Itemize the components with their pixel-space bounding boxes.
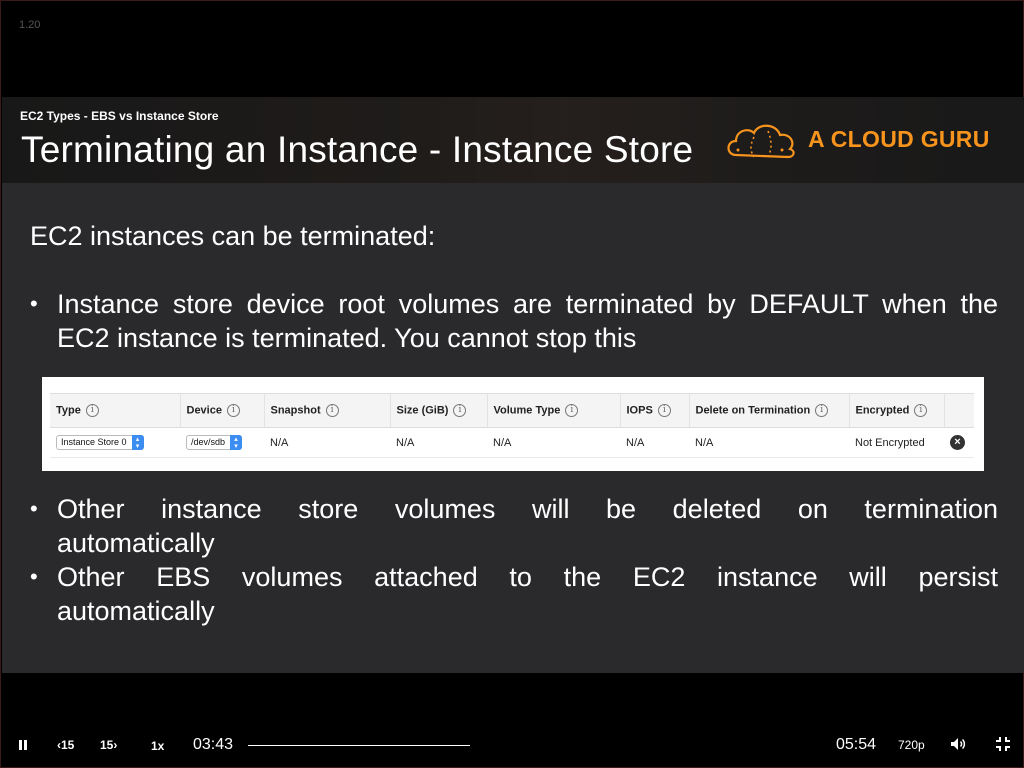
size-cell: N/A (390, 427, 487, 458)
player-version: 1.20 (19, 19, 41, 31)
snapshot-cell: N/A (264, 427, 390, 458)
forward-15-icon: › (113, 738, 118, 752)
type-cell: Instance Store 0 ▴ ▾ (50, 427, 180, 458)
select-arrows-icon: ▴ ▾ (230, 435, 243, 450)
column-header-device: Device i (179, 393, 264, 428)
duration: 05:54 (836, 736, 877, 753)
pause-icon[interactable] (15, 737, 31, 753)
table-header-row: Type i Device i Snapshot i Size (GiB) i Volu… (50, 393, 974, 428)
column-header-actions (943, 393, 974, 428)
table-row: Instance Store 0 ▴ ▾ /dev/sdb ▴ ▾ N/A N/A N/… (50, 427, 974, 458)
bullet-dot: • (30, 496, 38, 521)
bullet-line: automatically (57, 528, 215, 558)
select-arrows-icon: ▴ ▾ (131, 435, 144, 450)
column-header-snapshot: Snapshot i (263, 393, 390, 428)
info-icon: i (85, 404, 99, 417)
bullet-item: • Instance store device root volumes are… (30, 287, 998, 355)
exit-fullscreen-icon[interactable] (995, 736, 1011, 752)
speaker-icon[interactable] (949, 735, 967, 753)
bullet-line: Instance store device root volumes are t… (57, 289, 998, 319)
playback-speed-button[interactable]: 1x (151, 739, 164, 753)
bullet-item: • Other EBS volumes attached to the EC2 … (30, 560, 998, 628)
close-circle-icon[interactable]: × (950, 435, 965, 450)
player-controls: ‹15 15› 1x 03:43 05:54 720p (1, 721, 1024, 768)
slide-title: Terminating an Instance - Instance Store (21, 129, 694, 170)
slide-kicker: EC2 Types - EBS vs Instance Store (20, 109, 219, 123)
bullet-dot: • (30, 291, 38, 316)
column-header-size: Size (GiB) i (389, 393, 487, 428)
bullet-text: Other EBS volumes attached to the EC2 in… (57, 560, 998, 628)
bullet-line: EC2 instance is terminated. You cannot s… (57, 323, 637, 353)
info-icon: i (914, 404, 928, 417)
column-header-delete-on-termination: Delete on Termination i (688, 393, 849, 428)
device-cell: /dev/sdb ▴ ▾ (180, 427, 264, 458)
volume-type-cell: N/A (487, 427, 620, 458)
volume-table-screenshot: Type i Device i Snapshot i Size (GiB) i Volu… (42, 377, 984, 471)
device-select[interactable]: /dev/sdb ▴ ▾ (186, 435, 243, 450)
info-icon: i (226, 404, 240, 417)
remove-cell: × (944, 427, 974, 458)
cloud-logo-icon (727, 124, 795, 159)
info-icon: i (453, 404, 467, 417)
info-icon: i (657, 404, 671, 417)
info-icon: i (565, 404, 579, 417)
volume-table: Type i Device i Snapshot i Size (GiB) i Volu… (50, 393, 974, 458)
bullet-line: Other EBS volumes attached to the EC2 in… (57, 562, 998, 592)
iops-cell: N/A (620, 427, 689, 458)
bullet-text: Other instance store volumes will be del… (57, 492, 998, 560)
column-header-iops: IOPS i (619, 393, 689, 428)
intro-text: EC2 instances can be terminated: (30, 221, 436, 251)
bullet-line: automatically (57, 596, 215, 626)
quality-button[interactable]: 720p (898, 738, 925, 752)
bullet-dot: • (30, 564, 38, 589)
video-player[interactable]: 1.20 EC2 Types - EBS vs Instance Store T… (0, 0, 1024, 768)
forward-15-button[interactable]: 15› (100, 738, 117, 752)
rewind-15-button[interactable]: ‹15 (57, 738, 74, 752)
current-time: 03:43 (193, 736, 234, 753)
logo-text: A CLOUD GURU (808, 126, 990, 152)
encrypted-cell: Not Encrypted (849, 427, 944, 458)
bullet-item: • Other instance store volumes will be d… (30, 492, 998, 560)
type-select[interactable]: Instance Store 0 ▴ ▾ (56, 435, 144, 450)
seek-bar[interactable] (248, 745, 470, 746)
delete-on-termination-cell: N/A (689, 427, 849, 458)
info-icon: i (815, 404, 829, 417)
brand-logo: A CLOUD GURU (724, 117, 1004, 163)
column-header-volume-type: Volume Type i (486, 393, 620, 428)
slide-header: EC2 Types - EBS vs Instance Store Termin… (2, 97, 1024, 183)
slide: EC2 Types - EBS vs Instance Store Termin… (2, 97, 1024, 673)
column-header-encrypted: Encrypted i (848, 393, 944, 428)
bullet-text: Instance store device root volumes are t… (57, 287, 998, 355)
info-icon: i (325, 404, 339, 417)
bullet-line: Other instance store volumes will be del… (57, 494, 998, 524)
column-header-type: Type i (50, 393, 180, 428)
